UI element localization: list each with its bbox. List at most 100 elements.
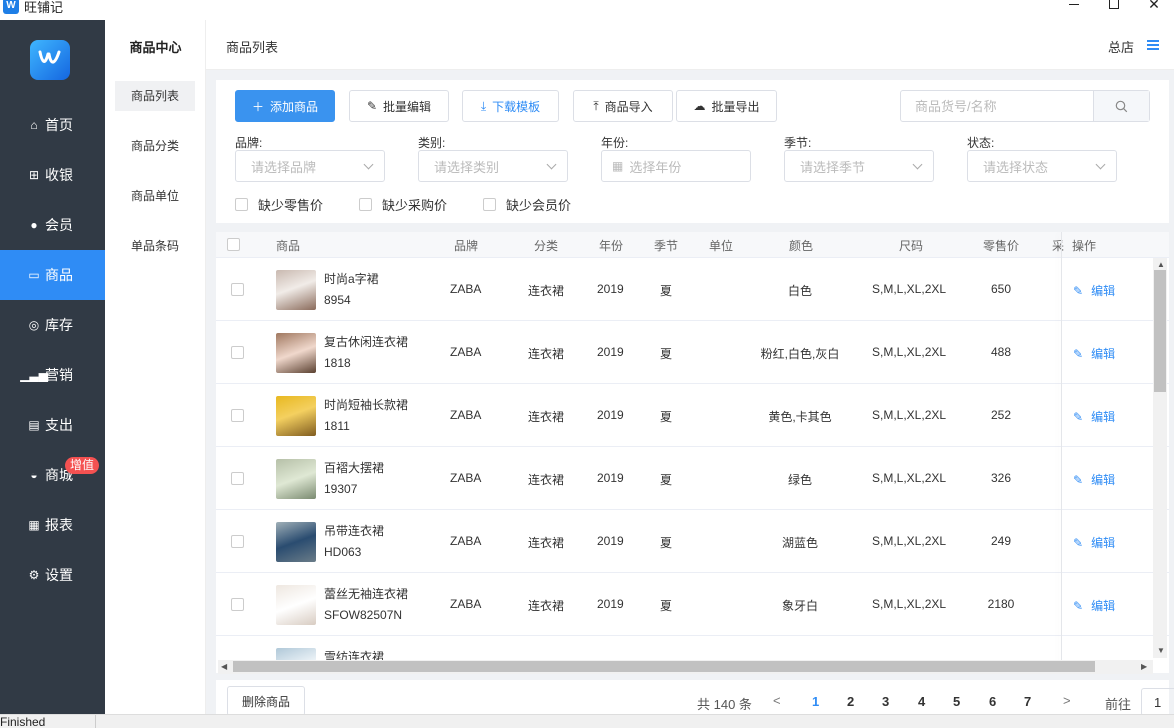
- row-checkbox[interactable]: [231, 472, 244, 485]
- table-row[interactable]: 蕾丝无袖连衣裙 SFOW82507N ZABA 连衣裙 2019 夏 象牙白 S,M,L,XL…: [216, 573, 1169, 636]
- table-row[interactable]: 吊带连衣裙 HD063 ZABA 连衣裙 2019 夏 湖蓝色 S,M,L,XL,2XL 249…: [216, 510, 1169, 573]
- menu-icon[interactable]: [1147, 40, 1159, 50]
- nav-cashier[interactable]: ⊞ 收银: [0, 150, 105, 200]
- nav-mall[interactable]: ◒ 商城 增值: [0, 450, 105, 500]
- pencil-icon: ✎: [1073, 598, 1084, 613]
- table-row[interactable]: 复古休闲连衣裙 1818 ZABA 连衣裙 2019 夏 粉红,白色,灰白 S,M,L,XL,…: [216, 321, 1169, 384]
- pencil-icon: ✎: [366, 99, 378, 113]
- scroll-left-icon[interactable]: ◀: [221, 662, 227, 671]
- minimize-button[interactable]: [1054, 0, 1094, 14]
- subnav-product-category[interactable]: 商品分类: [115, 131, 195, 161]
- edit-product-button[interactable]: ✎ 编辑: [1073, 471, 1115, 488]
- cell-brand: ZABA: [450, 471, 482, 485]
- prev-page-button[interactable]: <: [773, 693, 781, 708]
- batch-edit-button[interactable]: ✎ 批量编辑: [349, 90, 449, 122]
- product-name[interactable]: 复古休闲连衣裙: [324, 333, 408, 350]
- product-code: 1818: [324, 356, 351, 370]
- product-thumbnail[interactable]: [276, 522, 316, 562]
- horizontal-scroll-thumb[interactable]: [233, 661, 1095, 672]
- table-row[interactable]: 时尚短袖长款裙 1811 ZABA 连衣裙 2019 夏 黄色,卡其色 S,M,L,XL,2X…: [216, 384, 1169, 447]
- product-thumbnail[interactable]: [276, 333, 316, 373]
- store-selector[interactable]: 总店: [1108, 37, 1134, 56]
- vertical-scroll-thumb[interactable]: [1154, 270, 1166, 392]
- scroll-down-icon[interactable]: ▼: [1157, 646, 1165, 655]
- product-name[interactable]: 吊带连衣裙: [324, 522, 384, 539]
- row-checkbox[interactable]: [231, 409, 244, 422]
- import-button[interactable]: ⤒ 商品导入: [573, 90, 673, 122]
- missing-retail-checkbox[interactable]: 缺少零售价: [235, 195, 323, 214]
- edit-product-button[interactable]: ✎ 编辑: [1073, 408, 1115, 425]
- close-button[interactable]: ✕: [1134, 0, 1174, 14]
- add-product-button[interactable]: ＋ 添加商品: [235, 90, 335, 122]
- scroll-right-icon[interactable]: ▶: [1141, 662, 1147, 671]
- table-row[interactable]: 时尚a字裙 8954 ZABA 连衣裙 2019 夏 白色 S,M,L,XL,2XL 650 ✎ 编…: [216, 258, 1169, 321]
- subnav-barcode[interactable]: 单品条码: [115, 231, 195, 261]
- nav-marketing[interactable]: ▁▃▅ 营销: [0, 350, 105, 400]
- nav-home[interactable]: ⌂ 首页: [0, 100, 105, 150]
- category-select[interactable]: 请选择类别: [418, 150, 568, 182]
- nav-expense[interactable]: ▤ 支出: [0, 400, 105, 450]
- row-checkbox[interactable]: [231, 346, 244, 359]
- product-name[interactable]: 时尚a字裙: [324, 270, 379, 287]
- product-name[interactable]: 百褶大摆裙: [324, 459, 384, 476]
- cell-season: 夏: [660, 599, 673, 613]
- missing-member-checkbox[interactable]: 缺少会员价: [483, 195, 571, 214]
- download-template-button[interactable]: ⤓ 下载模板: [462, 90, 559, 122]
- product-thumbnail[interactable]: [276, 396, 316, 436]
- search-button[interactable]: [1093, 91, 1149, 121]
- nav-products[interactable]: ▭ 商品: [0, 250, 105, 300]
- edit-label: 编辑: [1091, 536, 1116, 550]
- next-page-button[interactable]: >: [1063, 693, 1071, 708]
- nav-members[interactable]: ● 会员: [0, 200, 105, 250]
- season-select[interactable]: 请选择季节: [784, 150, 934, 182]
- chevron-down-icon: [363, 159, 374, 170]
- edit-product-button[interactable]: ✎ 编辑: [1073, 534, 1115, 551]
- scroll-up-icon[interactable]: ▲: [1157, 260, 1165, 269]
- add-product-label: 添加商品: [270, 99, 319, 114]
- nav-settings[interactable]: ⚙ 设置: [0, 550, 105, 600]
- product-name[interactable]: 蕾丝无袖连衣裙: [324, 585, 408, 602]
- row-checkbox[interactable]: [231, 535, 244, 548]
- page-5[interactable]: 5: [953, 694, 960, 709]
- page-4[interactable]: 4: [918, 694, 925, 709]
- page-3[interactable]: 3: [882, 694, 889, 709]
- export-button[interactable]: ☁ 批量导出: [676, 90, 777, 122]
- page-2[interactable]: 2: [847, 694, 854, 709]
- fixed-column-divider: [1061, 232, 1062, 673]
- delete-products-button[interactable]: 删除商品: [227, 686, 305, 716]
- brand-logo[interactable]: [30, 40, 70, 80]
- edit-product-button[interactable]: ✎ 编辑: [1073, 282, 1115, 299]
- product-thumbnail[interactable]: [276, 585, 316, 625]
- brand-select[interactable]: 请选择品牌: [235, 150, 385, 182]
- product-table: 商品 品牌 分类 年份 季节 单位 颜色 尺码 零售价 采 操作 时尚a字裙 89…: [216, 232, 1169, 673]
- product-thumbnail[interactable]: [276, 459, 316, 499]
- calendar-icon: ▦: [612, 159, 624, 173]
- page-1[interactable]: 1: [812, 694, 819, 709]
- product-thumbnail[interactable]: [276, 270, 316, 310]
- table-row[interactable]: 百褶大摆裙 19307 ZABA 连衣裙 2019 夏 绿色 S,M,L,XL,2XL 326 ✎…: [216, 447, 1169, 510]
- edit-product-button[interactable]: ✎ 编辑: [1073, 345, 1115, 362]
- missing-purchase-checkbox[interactable]: 缺少采购价: [359, 195, 447, 214]
- nav-inventory[interactable]: ◎ 库存: [0, 300, 105, 350]
- status-select-placeholder: 请选择状态: [983, 159, 1049, 175]
- search-box: [900, 90, 1150, 122]
- row-checkbox[interactable]: [231, 598, 244, 611]
- page-6[interactable]: 6: [989, 694, 996, 709]
- cell-category: 连衣裙: [528, 410, 565, 424]
- year-picker[interactable]: ▦ 选择年份: [601, 150, 751, 182]
- select-all-checkbox[interactable]: [227, 238, 240, 251]
- nav-report[interactable]: ▦ 报表: [0, 500, 105, 550]
- row-checkbox[interactable]: [231, 283, 244, 296]
- status-select[interactable]: 请选择状态: [967, 150, 1117, 182]
- maximize-button[interactable]: [1094, 0, 1134, 14]
- page-7[interactable]: 7: [1024, 694, 1031, 709]
- edit-product-button[interactable]: ✎ 编辑: [1073, 597, 1115, 614]
- product-name[interactable]: 时尚短袖长款裙: [324, 396, 408, 413]
- cell-year: 2019: [597, 282, 624, 296]
- nav-marketing-label: 营销: [45, 367, 73, 383]
- goto-page-input[interactable]: 1: [1141, 688, 1174, 716]
- nav-report-label: 报表: [45, 517, 73, 533]
- subnav-product-unit[interactable]: 商品单位: [115, 181, 195, 211]
- subnav-product-list[interactable]: 商品列表: [115, 81, 195, 111]
- search-input[interactable]: [901, 91, 1094, 121]
